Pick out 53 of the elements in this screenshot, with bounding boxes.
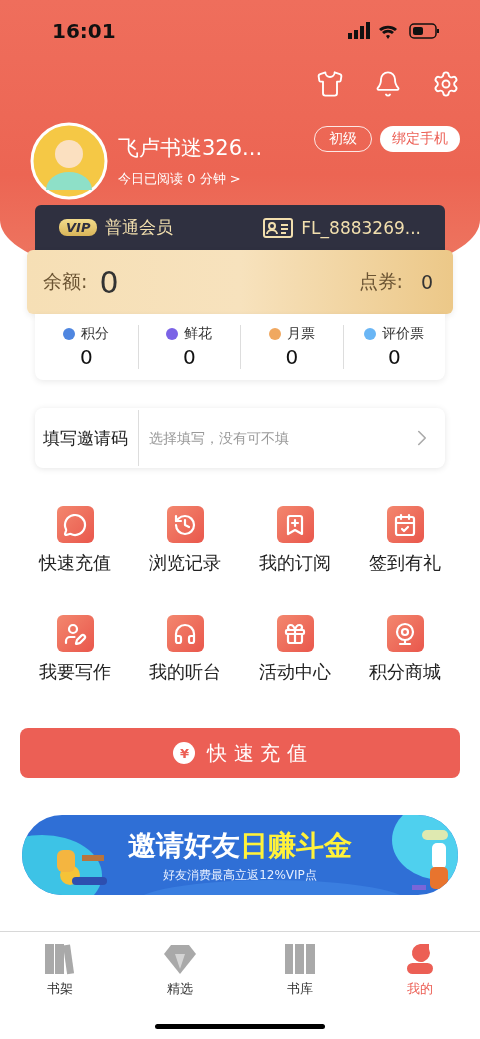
shortcut-button[interactable]: 我的听台 xyxy=(130,615,240,684)
calendar-check-icon xyxy=(386,506,424,543)
books-icon xyxy=(43,942,77,976)
shortcut-button[interactable]: 积分商城 xyxy=(350,615,460,684)
tab[interactable]: 我的 xyxy=(360,932,480,998)
bookshelf-icon xyxy=(283,942,317,976)
wifi-icon xyxy=(379,25,397,39)
status-time: 16:01 xyxy=(52,19,116,43)
tab[interactable]: 精选 xyxy=(120,932,240,998)
stat-value: 0 xyxy=(285,345,299,369)
chat-bubble-icon xyxy=(56,506,94,543)
stat-label: 积分 xyxy=(81,325,110,343)
signal-icon xyxy=(348,22,370,39)
id-card-icon xyxy=(263,217,294,238)
tab[interactable]: 书库 xyxy=(240,932,360,998)
settings-icon[interactable] xyxy=(432,70,460,98)
tab[interactable]: 书架 xyxy=(0,932,120,998)
stat-value: 0 xyxy=(79,345,93,369)
banner-headline: 邀请好友日赚斗金 xyxy=(128,827,352,864)
banner-subline: 好友消费最高立返12%VIP点 xyxy=(163,866,317,884)
shortcut-button[interactable]: 签到有礼 xyxy=(350,506,460,575)
stat-value: 0 xyxy=(182,345,196,369)
notification-icon[interactable] xyxy=(374,70,402,98)
history-icon xyxy=(166,506,204,543)
stat-label: 月票 xyxy=(286,325,315,343)
invite-banner[interactable]: 邀请好友日赚斗金 好友消费最高立返12%VIP点 xyxy=(22,815,458,895)
balance-value: 0 xyxy=(99,264,119,300)
stat-label: 评价票 xyxy=(382,325,425,343)
coupons-value: 0 xyxy=(420,271,433,293)
shortcut-button[interactable]: 我的订阅 xyxy=(240,506,350,575)
shortcut-button[interactable]: 浏览记录 xyxy=(130,506,240,575)
balance-label: 余额: xyxy=(43,269,88,294)
diamond-icon xyxy=(163,942,197,976)
invite-label: 填写邀请码 xyxy=(35,410,139,466)
user-name: 飞卢书迷326... xyxy=(118,135,264,162)
avatar[interactable] xyxy=(30,122,108,200)
battery-icon xyxy=(409,23,439,39)
membership-level-text: 普通会员 xyxy=(105,216,174,239)
bookmark-plus-icon xyxy=(276,506,314,543)
vip-badge: VIP xyxy=(59,219,98,236)
shortcut-button[interactable]: 快速充值 xyxy=(20,506,130,575)
webcam-icon xyxy=(386,615,424,652)
shirt-icon[interactable] xyxy=(316,70,344,98)
user-pen-icon xyxy=(56,615,94,652)
headphones-icon xyxy=(166,615,204,652)
invite-code-input[interactable]: 选择填写，没有可不填 xyxy=(139,429,409,447)
stat-label: 鲜花 xyxy=(184,325,213,343)
shortcut-button[interactable]: 我要写作 xyxy=(20,615,130,684)
gift-icon xyxy=(276,615,314,652)
stat-value: 0 xyxy=(387,345,401,369)
coupons-label: 点券: xyxy=(358,269,403,294)
user-id: FL_8883269... xyxy=(301,217,421,238)
shortcut-button[interactable]: 活动中心 xyxy=(240,615,350,684)
